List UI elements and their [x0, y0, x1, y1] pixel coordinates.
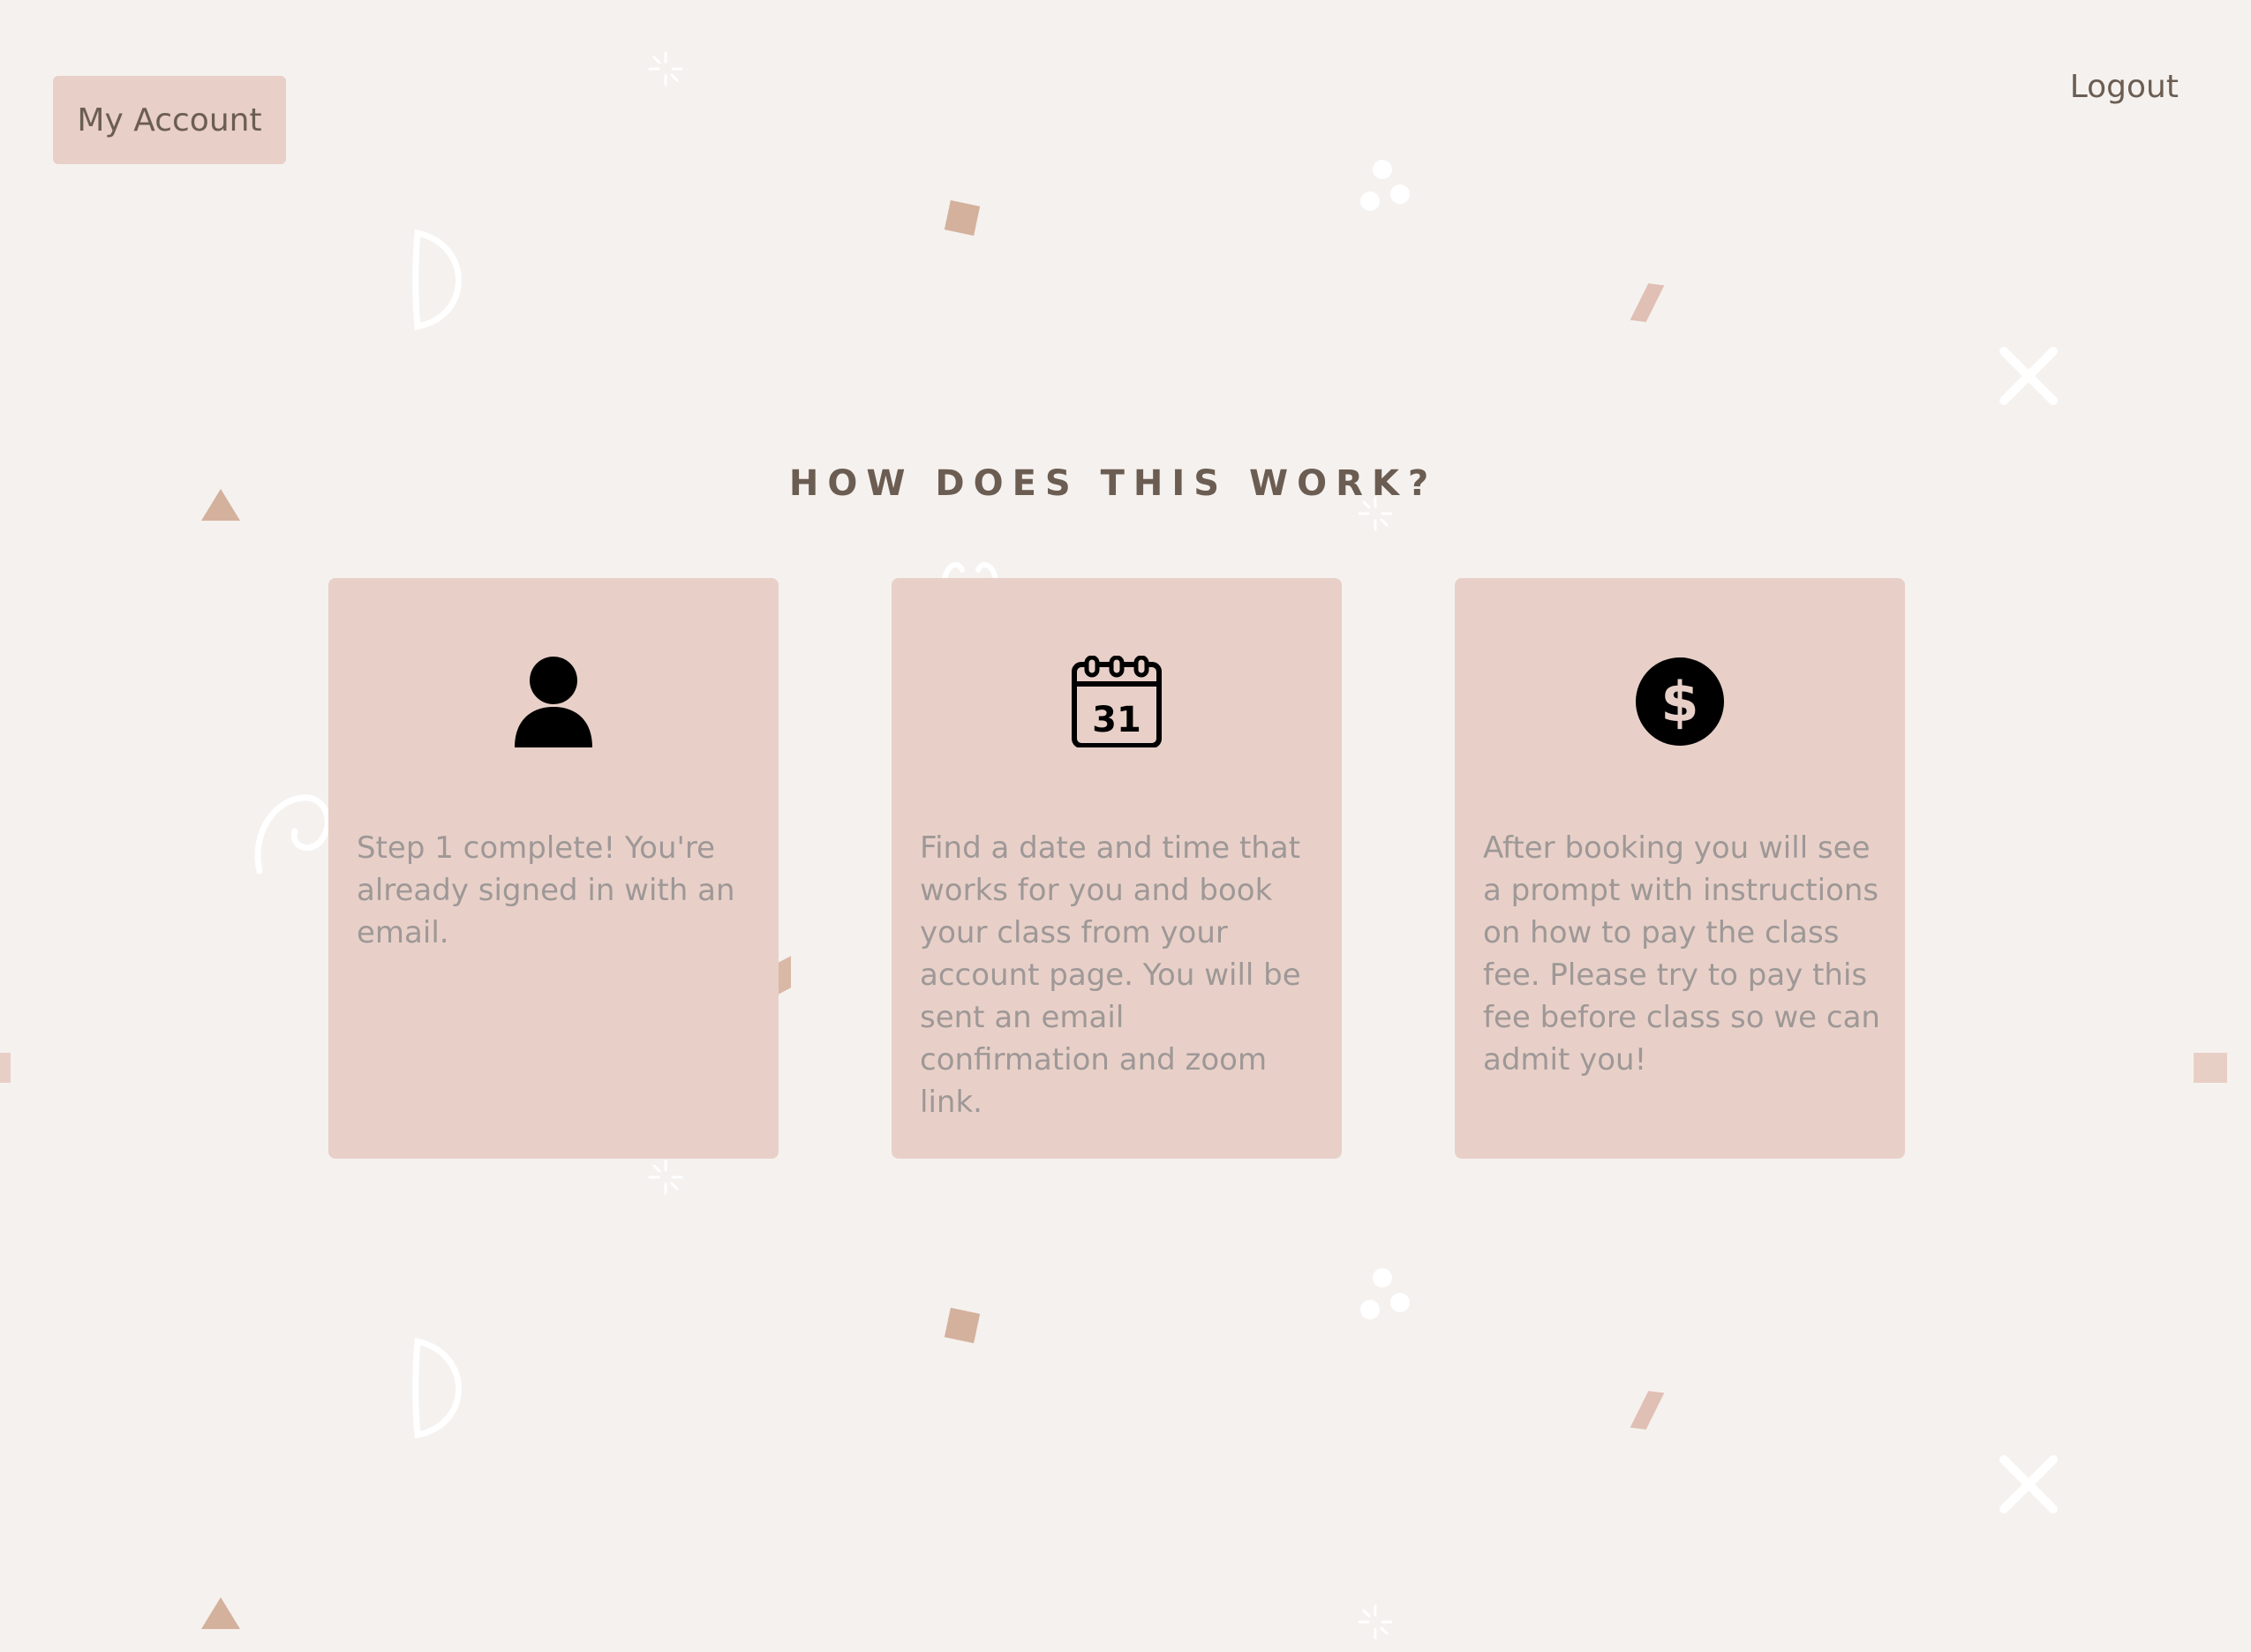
decor-x — [1999, 347, 2058, 405]
decor-x — [1999, 1455, 2058, 1513]
step-3-text: After booking you will see a prompt with… — [1483, 830, 1880, 1078]
decor-square — [2194, 1053, 2227, 1083]
user-icon — [515, 657, 592, 747]
decor-square — [0, 1053, 11, 1083]
decor-diamond — [1630, 283, 1665, 322]
decor-square — [944, 199, 981, 237]
decor-dots — [1360, 1268, 1410, 1319]
decor-spark — [648, 1160, 683, 1195]
step-card-2: 31 Find a date and time that works for y… — [892, 578, 1342, 1159]
decor-square — [944, 1307, 981, 1344]
calendar-icon: 31 — [1072, 656, 1162, 747]
decor-triangle — [201, 1597, 240, 1629]
decor-swirl — [254, 794, 331, 875]
dollar-icon: $ — [1636, 657, 1724, 746]
logout-link[interactable]: Logout — [2070, 69, 2179, 105]
decor-half-moon — [412, 229, 462, 331]
decor-dots — [1360, 160, 1410, 211]
step-card-1: Step 1 complete! You're already signed i… — [328, 578, 779, 1159]
decor-spark — [1358, 1604, 1393, 1640]
svg-text:$: $ — [1660, 670, 1698, 734]
step-2-text: Find a date and time that works for you … — [920, 830, 1301, 1120]
decor-spark — [648, 51, 683, 86]
step-card-3: $ After booking you will see a prompt wi… — [1455, 578, 1905, 1159]
decor-half-moon — [412, 1337, 462, 1439]
step-1-text: Step 1 complete! You're already signed i… — [357, 830, 735, 950]
section-title: HOW DOES THIS WORK? — [788, 463, 1438, 504]
calendar-day-text: 31 — [1092, 700, 1141, 740]
my-account-button[interactable]: My Account — [53, 76, 286, 164]
decor-diamond — [1630, 1391, 1665, 1430]
